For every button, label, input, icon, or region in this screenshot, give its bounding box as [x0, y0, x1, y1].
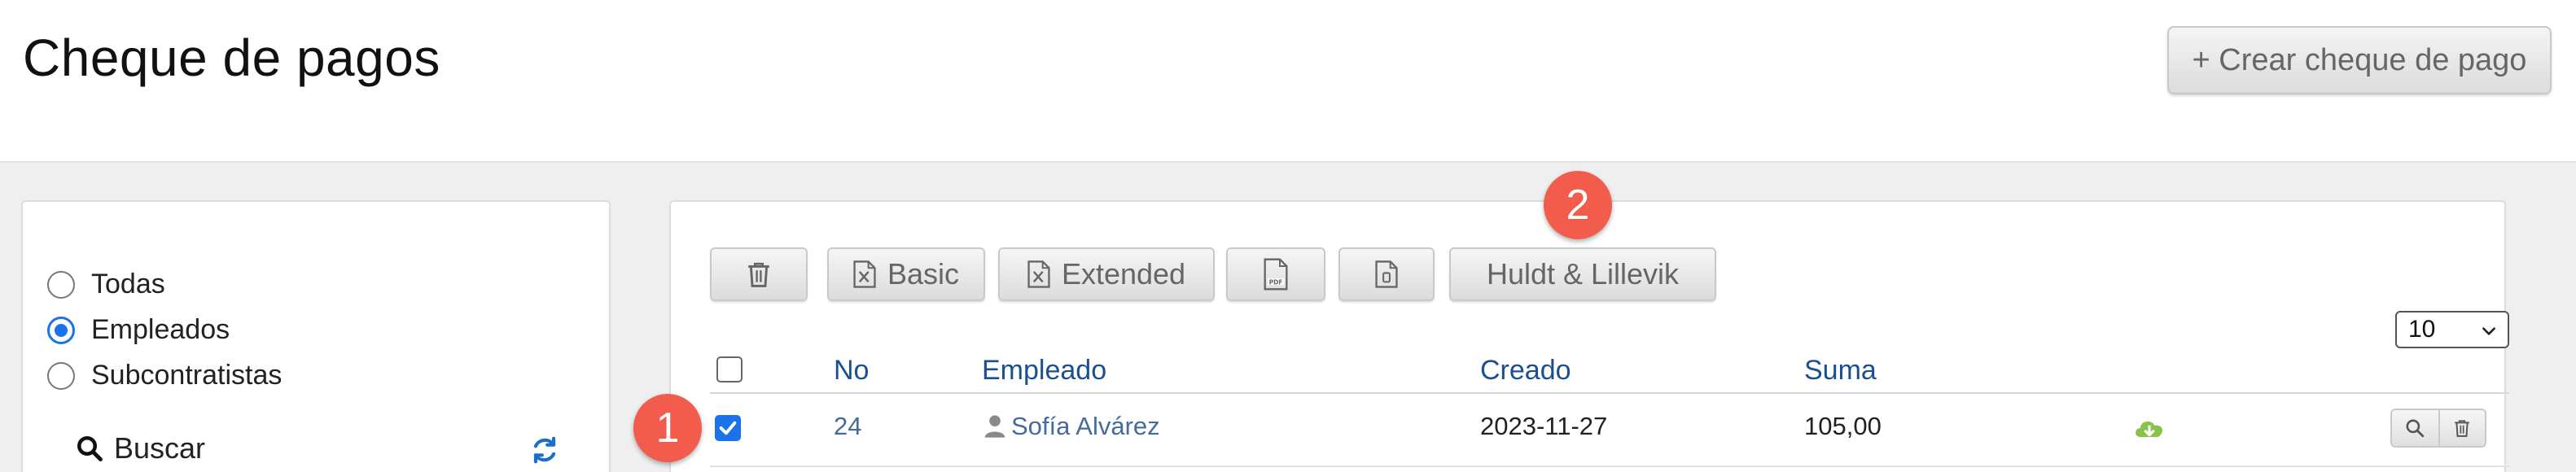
employee-name: Sofía Alvárez	[1011, 412, 1160, 440]
header-divider	[710, 392, 2509, 394]
column-header-creado[interactable]: Creado	[1480, 355, 1571, 387]
checkmark-icon	[719, 421, 737, 435]
annotation-badge-2: 2	[1544, 171, 1612, 239]
delete-row-button[interactable]	[2438, 410, 2485, 446]
create-payment-cheque-button[interactable]: + Crear cheque de pago	[2167, 26, 2552, 94]
filter-option-empleados[interactable]: Empleados	[47, 314, 230, 346]
row-sum: 105,00	[1804, 412, 1882, 440]
basic-label: Basic	[887, 257, 960, 291]
page-header: Cheque de pagos + Crear cheque de pago	[0, 0, 2576, 163]
search-label: Buscar	[114, 431, 206, 465]
search-icon	[2406, 419, 2425, 438]
page-title: Cheque de pagos	[23, 28, 440, 87]
chevron-down-icon	[2482, 327, 2495, 335]
filter-option-label: Empleados	[91, 314, 230, 345]
export-file-button[interactable]	[1338, 247, 1435, 301]
export-extended-button[interactable]: Extended	[998, 247, 1215, 301]
column-header-suma[interactable]: Suma	[1804, 355, 1877, 387]
radio-empleados[interactable]	[47, 316, 75, 344]
column-header-empleado[interactable]: Empleado	[982, 355, 1106, 387]
row-number[interactable]: 24	[834, 412, 861, 441]
row-created-date: 2023-11-27	[1480, 412, 1608, 440]
row-employee[interactable]: Sofía Alvárez	[984, 412, 1160, 441]
filter-option-subcontratistas[interactable]: Subcontratistas	[47, 360, 282, 391]
excel-file-icon	[1027, 260, 1050, 288]
extended-label: Extended	[1061, 257, 1186, 291]
svg-text:PDF: PDF	[1269, 279, 1283, 286]
user-icon	[984, 415, 1005, 438]
filter-option-label: Subcontratistas	[91, 360, 283, 391]
view-button[interactable]	[2392, 410, 2438, 446]
page-size-select[interactable]: 10	[2395, 311, 2509, 348]
filter-option-label: Todas	[91, 269, 165, 299]
export-pdf-button[interactable]: PDF	[1226, 247, 1325, 301]
download-icon[interactable]	[2131, 413, 2167, 443]
row-checkbox[interactable]	[715, 415, 741, 441]
search-icon	[77, 436, 103, 461]
export-company-button[interactable]: Huldt & Lillevik	[1449, 247, 1716, 301]
radio-subcontratistas[interactable]	[47, 361, 75, 390]
refresh-icon[interactable]	[529, 435, 560, 465]
company-label: Huldt & Lillevik	[1486, 257, 1680, 291]
export-basic-button[interactable]: Basic	[827, 247, 985, 301]
pdf-file-icon: PDF	[1264, 258, 1288, 291]
row-divider	[710, 465, 2509, 467]
trash-icon	[2455, 420, 2470, 437]
search-toggle[interactable]: Buscar	[75, 431, 205, 465]
delete-selected-button[interactable]	[710, 247, 808, 301]
page-size-value: 10	[2408, 316, 2436, 343]
filter-option-todas[interactable]: Todas	[47, 269, 165, 300]
annotation-badge-1: 1	[633, 394, 702, 462]
trash-icon	[748, 262, 769, 287]
radio-todas[interactable]	[47, 270, 75, 299]
file-icon	[1375, 260, 1398, 288]
select-all-checkbox[interactable]	[716, 356, 743, 382]
excel-file-icon	[853, 260, 876, 288]
column-header-no[interactable]: No	[834, 355, 869, 387]
row-actions	[2390, 409, 2486, 448]
